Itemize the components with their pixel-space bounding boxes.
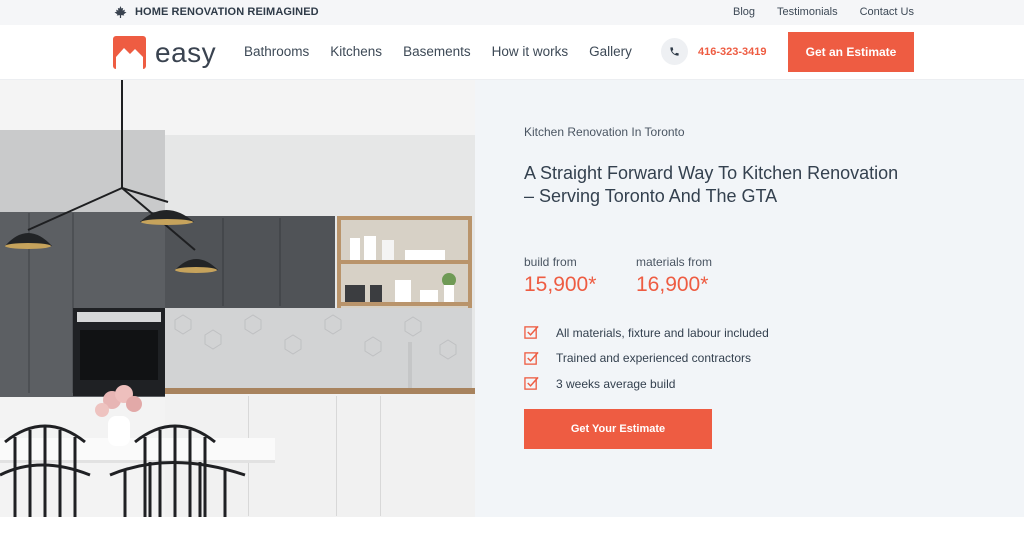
main-header: easy Bathrooms Kitchens Basements How it… [0,25,1024,80]
nav-basements[interactable]: Basements [403,44,471,59]
hero-eyebrow: Kitchen Renovation In Toronto [524,125,685,139]
checkbox-icon [524,351,539,365]
feature-list: All materials, fixture and labour includ… [524,320,769,397]
main-nav: Bathrooms Kitchens Basements How it work… [244,44,632,59]
top-links: Blog Testimonials Contact Us [733,6,914,18]
link-contact-us[interactable]: Contact Us [860,6,914,18]
logo-mark-icon [113,36,146,69]
price-label-materials: materials from [636,255,713,269]
feature-item: 3 weeks average build [524,371,769,397]
get-your-estimate-button[interactable]: Get Your Estimate [524,409,712,449]
feature-text: All materials, fixture and labour includ… [556,325,769,340]
nav-gallery[interactable]: Gallery [589,44,632,59]
nav-how-it-works[interactable]: How it works [492,44,569,59]
feature-item: All materials, fixture and labour includ… [524,320,769,346]
hero-headline: A Straight Forward Way To Kitchen Renova… [524,163,899,206]
hero-content-panel: Kitchen Renovation In Toronto A Straight… [475,80,1024,517]
hero-kitchen-image [0,80,475,517]
price-label-build: build from [524,255,577,269]
logo[interactable]: easy [113,36,216,69]
price-value-materials: 16,900* [636,273,709,296]
feature-item: Trained and experienced contractors [524,346,769,372]
top-bar: HOME RENOVATION REIMAGINED Blog Testimon… [0,0,1024,25]
feature-text: Trained and experienced contractors [556,351,751,366]
nav-kitchens[interactable]: Kitchens [330,44,382,59]
tagline: HOME RENOVATION REIMAGINED [113,6,319,18]
phone-contact[interactable]: 416-323-3419 [661,38,767,65]
feature-text: 3 weeks average build [556,376,676,391]
link-testimonials[interactable]: Testimonials [777,6,838,18]
logo-text: easy [155,36,217,68]
link-blog[interactable]: Blog [733,6,755,18]
phone-icon [661,38,688,65]
checkbox-icon [524,326,539,340]
get-estimate-button[interactable]: Get an Estimate [788,32,914,72]
phone-number[interactable]: 416-323-3419 [698,46,767,58]
checkbox-icon [524,377,539,391]
maple-leaf-icon [114,6,127,18]
nav-bathrooms[interactable]: Bathrooms [244,44,309,59]
tagline-text: HOME RENOVATION REIMAGINED [135,6,319,18]
price-value-build: 15,900* [524,273,597,296]
